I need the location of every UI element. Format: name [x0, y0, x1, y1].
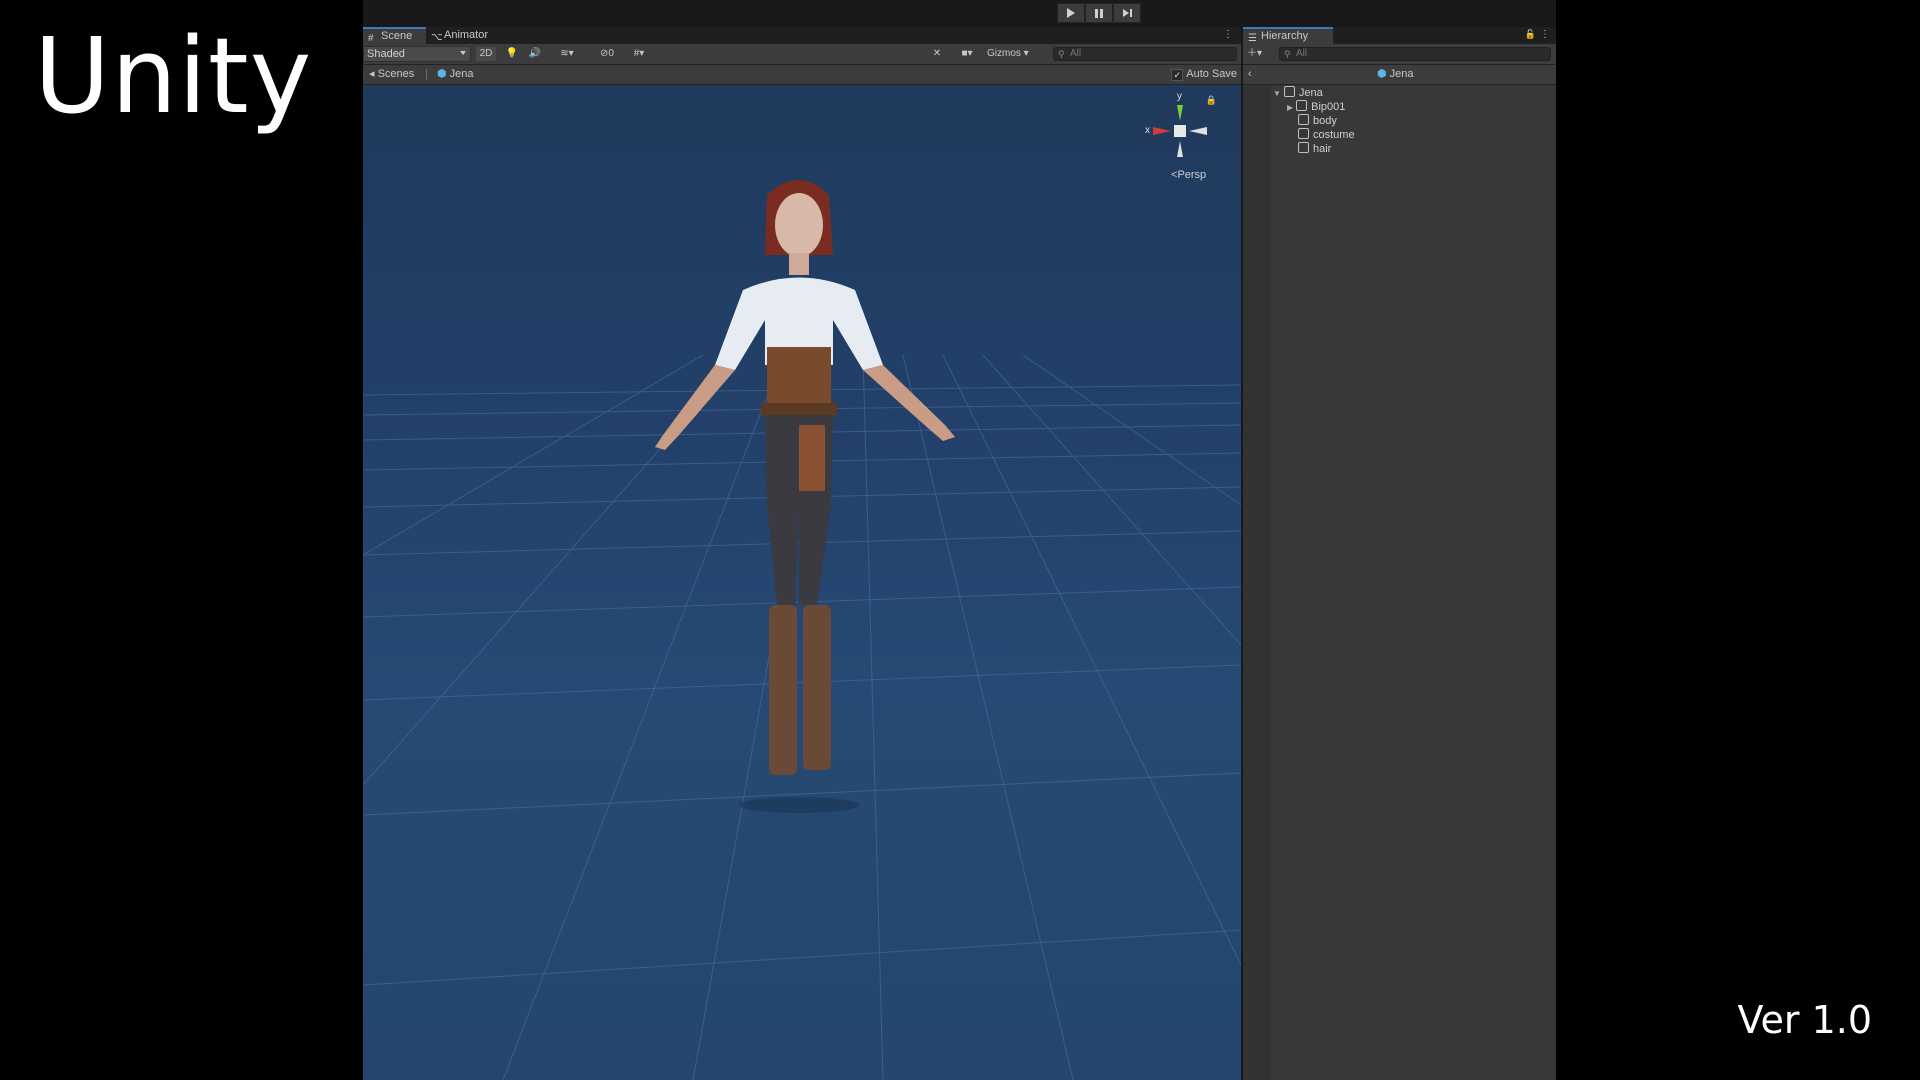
play-toolbar [363, 0, 1556, 27]
hierarchy-item-body[interactable]: body [1298, 114, 1337, 128]
back-arrow-icon[interactable]: ‹ [1248, 65, 1252, 84]
unity-editor: # Scene ⌥ Animator ⋮ Shaded 2D 💡 🔊 ≋▾ ⊘0… [363, 0, 1556, 1080]
shading-mode-dropdown[interactable]: Shaded [363, 46, 471, 62]
hierarchy-prefab-title: ⬢ Jena [1377, 65, 1414, 84]
toggle-2d-button[interactable]: 2D [476, 47, 496, 61]
hierarchy-item-jena[interactable]: ▼ Jena [1273, 86, 1323, 100]
breadcrumb-prefab-label: Jena [449, 68, 474, 80]
gameobject-icon [1298, 142, 1309, 153]
gizmo-lock-icon[interactable]: 🔒 [1206, 95, 1217, 106]
hierarchy-menu-icon[interactable]: ⋮ [1540, 29, 1550, 40]
step-button[interactable] [1113, 3, 1141, 23]
create-button[interactable]: ＋▾ [1247, 47, 1271, 61]
version-label: Ver 1.0 [1737, 998, 1872, 1042]
auto-save-label: Auto Save [1186, 68, 1237, 80]
hierarchy-item-costume[interactable]: costume [1298, 128, 1355, 142]
breadcrumb-prefab[interactable]: ⬢ Jena [437, 65, 474, 84]
hierarchy-item-label: Bip001 [1311, 101, 1346, 113]
breadcrumb: ◂ Scenes | ⬢ Jena ✓ Auto Save [363, 65, 1241, 85]
tab-scene-label: Scene [381, 30, 413, 42]
auto-save-toggle[interactable]: ✓ Auto Save [1171, 65, 1237, 84]
plus-icon: ＋▾ [1247, 48, 1263, 59]
gameobject-icon [1296, 100, 1308, 111]
hierarchy-search-placeholder: All [1296, 48, 1308, 59]
gizmos-label: Gizmos [987, 48, 1021, 59]
tools-icon[interactable]: ✕ [929, 47, 945, 61]
prefab-icon: ⬢ [437, 68, 447, 80]
gameobject-icon [1298, 128, 1309, 139]
scene-tab-bar: # Scene ⌥ Animator ⋮ [363, 27, 1241, 44]
character-model[interactable] [363, 85, 1241, 1080]
axis-y-label: y [1177, 91, 1182, 102]
tab-animator-label: Animator [444, 29, 489, 41]
pause-button[interactable] [1085, 3, 1113, 23]
play-icon [1067, 8, 1075, 18]
hierarchy-window: ☰ Hierarchy 🔓 ⋮ ＋▾ ⚲ All ‹ ⬢ Jena ▼ Jena [1243, 27, 1556, 1080]
breadcrumb-scenes-label: Scenes [377, 68, 415, 80]
tab-animator[interactable]: ⌥ Animator [426, 27, 506, 44]
scenes-icon: ◂ [369, 68, 375, 80]
search-icon: ⚲ [1058, 49, 1065, 59]
breadcrumb-scenes[interactable]: ◂ Scenes [369, 65, 414, 84]
camera-icon[interactable]: ■▾ [955, 47, 979, 61]
tab-scene[interactable]: # Scene [363, 27, 426, 44]
brand-title: Unity [34, 15, 313, 137]
pause-icon [1095, 8, 1103, 18]
hierarchy-item-hair[interactable]: hair [1298, 142, 1331, 156]
effects-icon[interactable]: ≋▾ [556, 47, 578, 61]
hierarchy-prefab-header: ‹ ⬢ Jena [1243, 65, 1556, 85]
auto-save-checkbox[interactable]: ✓ [1171, 68, 1184, 81]
expanded-arrow-icon[interactable]: ▼ [1273, 89, 1281, 98]
breadcrumb-separator: | [425, 68, 428, 80]
scene-menu-icon[interactable]: ⋮ [1223, 29, 1233, 40]
gizmos-dropdown[interactable]: Gizmos ▾ [987, 47, 1045, 61]
step-icon [1122, 9, 1132, 17]
hierarchy-tab-bar: ☰ Hierarchy 🔓 ⋮ [1243, 27, 1556, 44]
gameobject-icon [1283, 86, 1295, 97]
shading-mode-label: Shaded [367, 48, 405, 60]
hidden-objects-toggle[interactable]: ⊘0 [593, 47, 621, 61]
scene-toolbar: Shaded 2D 💡 🔊 ≋▾ ⊘0 #▾ ✕ ■▾ Gizmos ▾ ⚲ A… [363, 44, 1241, 65]
axis-gizmo-icon [1153, 105, 1207, 157]
play-button[interactable] [1057, 3, 1085, 23]
hierarchy-toolbar: ＋▾ ⚲ All [1243, 44, 1556, 65]
hierarchy-gutter [1243, 85, 1271, 1080]
hierarchy-search-input[interactable]: ⚲ All [1279, 47, 1551, 61]
hierarchy-item-bip001[interactable]: ▶ Bip001 [1287, 100, 1345, 114]
lighting-icon[interactable]: 💡 [505, 47, 519, 61]
hierarchy-prefab-label: Jena [1389, 68, 1414, 80]
search-icon: ⚲ [1284, 49, 1291, 59]
tab-hierarchy[interactable]: ☰ Hierarchy [1243, 27, 1333, 44]
hierarchy-item-label: Jena [1298, 87, 1323, 99]
hierarchy-title: Hierarchy [1261, 30, 1309, 42]
hierarchy-item-label: hair [1313, 143, 1332, 155]
axis-x-label: x [1145, 125, 1150, 136]
grid-icon[interactable]: #▾ [625, 47, 653, 61]
scene-window: # Scene ⌥ Animator ⋮ Shaded 2D 💡 🔊 ≋▾ ⊘0… [363, 27, 1241, 1080]
hierarchy-item-label: costume [1313, 129, 1355, 141]
gameobject-icon [1298, 114, 1309, 125]
hierarchy-item-label: body [1313, 115, 1337, 127]
audio-icon[interactable]: 🔊 [528, 47, 542, 61]
scene-viewport[interactable]: y x 🔒 <Persp [363, 85, 1241, 1080]
scene-search-placeholder: All [1070, 48, 1082, 59]
scene-search-input[interactable]: ⚲ All [1053, 47, 1237, 61]
hidden-count: 0 [608, 48, 614, 59]
prefab-icon: ⬢ [1377, 68, 1387, 80]
orientation-gizmo[interactable]: y x 🔒 [1143, 91, 1223, 173]
projection-toggle[interactable]: <Persp [1171, 169, 1206, 181]
projection-label: Persp [1177, 169, 1207, 181]
collapsed-arrow-icon[interactable]: ▶ [1287, 103, 1293, 112]
hierarchy-lock-icon[interactable]: 🔓 [1525, 29, 1536, 40]
